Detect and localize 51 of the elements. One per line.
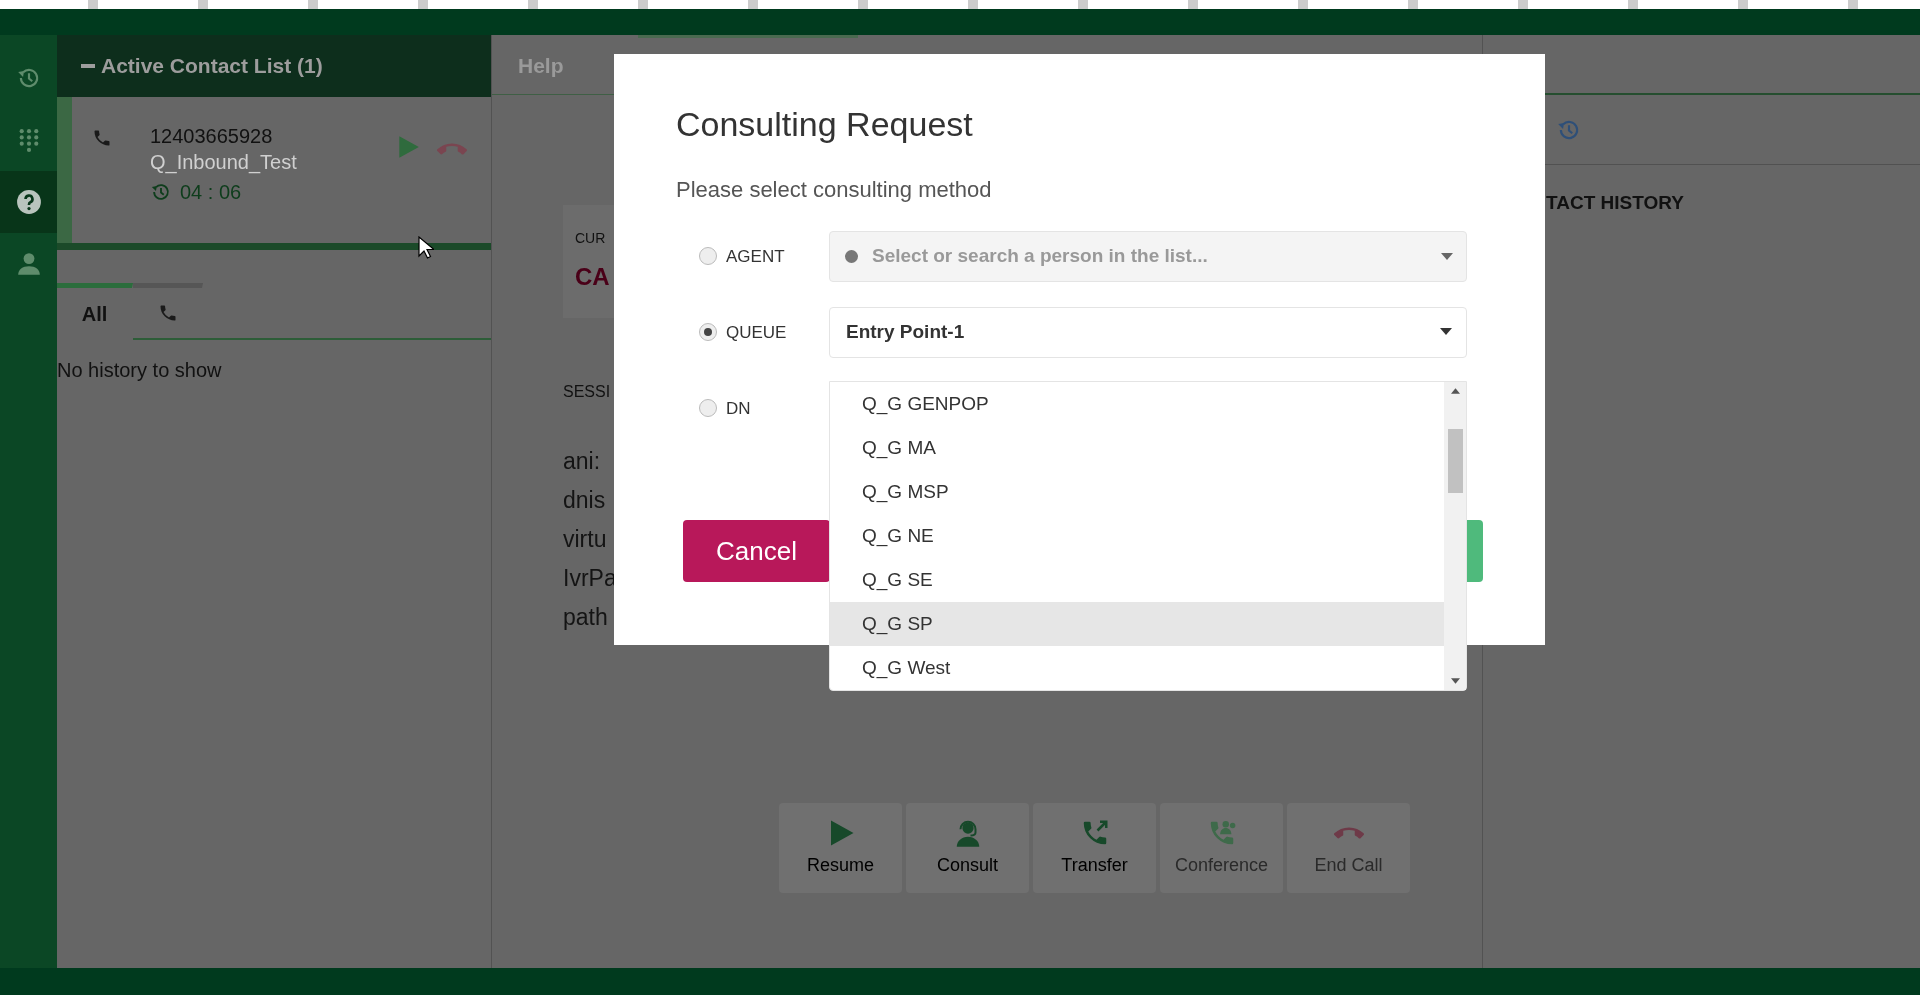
call-duration: 04 : 06 bbox=[180, 180, 242, 205]
toolbar-button[interactable]: Consult bbox=[906, 803, 1029, 893]
radio-label: QUEUE bbox=[726, 321, 787, 344]
section-heading: TACT HISTORY bbox=[1545, 191, 1685, 215]
card-label: CUR bbox=[575, 231, 607, 245]
field-label: path bbox=[563, 603, 608, 632]
dropdown-option[interactable]: Q_G MSP bbox=[830, 470, 1444, 514]
empty-message: No history to show bbox=[57, 358, 222, 383]
panel-title: Active Contact List (1) bbox=[101, 53, 323, 80]
dropdown-option[interactable]: Q_G GENPOP bbox=[830, 382, 1444, 426]
queue-name: Q_Inbound_Test bbox=[150, 150, 298, 175]
help-icon bbox=[15, 189, 42, 215]
dialog-title: Consulting Request bbox=[676, 104, 974, 145]
cursor-icon bbox=[418, 235, 434, 260]
toolbar-button[interactable]: Resume bbox=[779, 803, 902, 893]
radio-label: AGENT bbox=[726, 245, 785, 268]
caret-icon[interactable] bbox=[1441, 252, 1453, 261]
radio-label: DN bbox=[726, 397, 751, 420]
radio-option[interactable]: DN bbox=[676, 395, 829, 422]
queue-select[interactable]: Entry Point-1 bbox=[829, 306, 1467, 358]
dropdown-option[interactable]: Q_G SP bbox=[830, 602, 1444, 646]
sidebar-item[interactable] bbox=[0, 171, 57, 233]
dropdown-option[interactable]: Q_G West bbox=[830, 646, 1444, 690]
card-value: CA bbox=[575, 265, 611, 289]
field-label: ani: bbox=[563, 447, 601, 476]
dropdown-option[interactable]: Q_G NE bbox=[830, 514, 1444, 558]
cancel-button[interactable]: Cancel bbox=[683, 520, 830, 582]
history-icon bbox=[150, 181, 172, 203]
dropdown-option[interactable]: Q_G MA bbox=[830, 426, 1444, 470]
caret-icon bbox=[1440, 328, 1452, 337]
radio-button[interactable] bbox=[699, 399, 717, 418]
scroll-down-icon[interactable] bbox=[1450, 678, 1460, 684]
radio-button[interactable] bbox=[699, 323, 717, 342]
field-label: virtu bbox=[563, 525, 607, 554]
person-icon bbox=[15, 251, 42, 277]
scrollbar-thumb[interactable] bbox=[1447, 429, 1463, 493]
scrollbar[interactable] bbox=[1444, 382, 1466, 690]
toolbar-button[interactable]: Transfer bbox=[1033, 803, 1156, 893]
bullet-icon bbox=[845, 249, 858, 263]
dropdown-option[interactable]: Q_G SE bbox=[830, 558, 1444, 602]
section-label: SESSI bbox=[563, 382, 611, 402]
field-label: dnis bbox=[563, 486, 606, 515]
field-label: IvrPa bbox=[563, 564, 617, 593]
radio-button[interactable] bbox=[699, 247, 717, 266]
agent-search-field[interactable]: Select or search a person in the list... bbox=[829, 230, 1467, 282]
scroll-up-icon[interactable] bbox=[1450, 388, 1460, 394]
dialog-subtitle: Please select consulting method bbox=[676, 175, 993, 204]
contact-number: 12403665928 bbox=[150, 124, 274, 149]
selected-value: Entry Point-1 bbox=[846, 320, 966, 345]
radio-option[interactable]: QUEUE bbox=[676, 319, 829, 346]
radio-option[interactable]: AGENT bbox=[676, 243, 829, 270]
